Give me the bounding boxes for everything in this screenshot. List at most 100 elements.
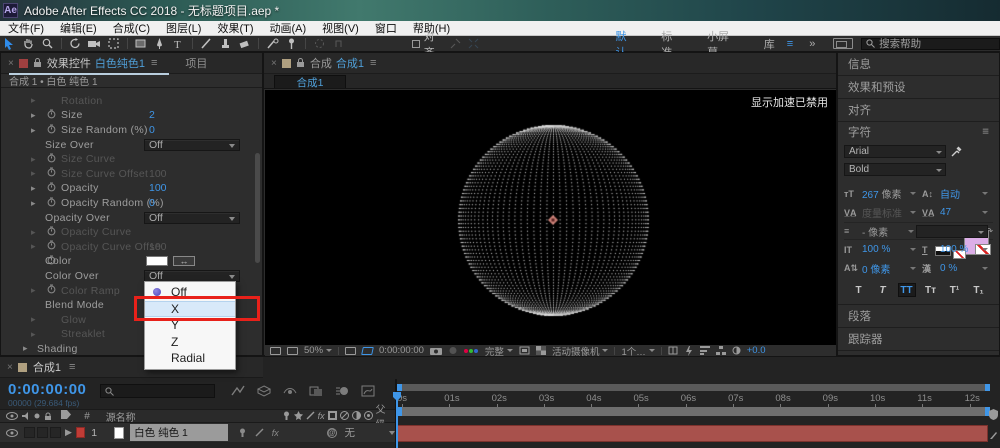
time-ruler[interactable]: 0s 01s 02s 03s 04s 05s 06s 07s 08s 09s 1… <box>397 393 990 407</box>
leading-field[interactable]: A↕自动 <box>922 184 994 203</box>
audio-column-icon[interactable] <box>22 412 30 420</box>
stopwatch-icon[interactable] <box>47 197 56 210</box>
dropdown-option[interactable]: Z <box>145 334 235 351</box>
menu-item[interactable]: 视图(V) <box>314 20 367 36</box>
faux-style-button[interactable]: T <box>874 283 892 297</box>
gradient-edit-icon[interactable]: ↔ <box>173 256 195 266</box>
stopwatch-icon[interactable] <box>47 124 56 137</box>
baseline-shift-field[interactable]: A⇅0 像素 <box>844 259 922 278</box>
tab-effect-controls[interactable]: 效果控件 <box>47 55 91 71</box>
preview-timecode[interactable]: 0:00:00:00 <box>379 345 424 356</box>
solo-cell[interactable] <box>37 427 48 438</box>
twirl-icon[interactable]: ▸ <box>31 329 36 340</box>
graph-editor-icon[interactable] <box>361 385 375 397</box>
faux-style-button[interactable]: T¹ <box>946 283 964 297</box>
stopwatch-icon[interactable] <box>47 226 56 239</box>
timeline-tab[interactable]: 合成1 <box>33 359 61 375</box>
index-column[interactable]: # <box>84 411 106 422</box>
panel-drag-icon[interactable] <box>282 59 291 68</box>
twirl-icon[interactable]: ▸ <box>31 110 36 121</box>
magnification-dropdown[interactable]: 50% <box>304 345 332 356</box>
monitor-icon[interactable] <box>287 347 298 355</box>
fast-preview-icon[interactable] <box>684 346 694 356</box>
panel-menu-icon[interactable]: ≡ <box>982 126 989 138</box>
effect-property-row[interactable]: ▸ Opacity Curve Offse 100 100 ↔ <box>1 240 256 255</box>
lock-column-icon[interactable] <box>44 412 52 421</box>
hide-shy-icon[interactable] <box>283 385 297 397</box>
effect-property-row[interactable]: ▸ Rotation ↔ <box>1 94 256 109</box>
clone-stamp-tool-icon[interactable] <box>217 37 234 51</box>
help-search-input[interactable]: 搜索帮助 <box>861 38 1000 50</box>
camera-tool-icon[interactable] <box>86 37 103 51</box>
menu-item[interactable]: 窗口 <box>367 20 405 36</box>
tracking-field[interactable]: V̲A̲47 <box>922 203 994 222</box>
eraser-tool-icon[interactable] <box>236 37 253 51</box>
effect-property-row[interactable]: ▸ Opacity Curve ↔ <box>1 225 256 240</box>
label-column-icon[interactable] <box>61 410 84 422</box>
roto-brush-tool-icon[interactable] <box>264 37 281 51</box>
menu-item[interactable]: 动画(A) <box>262 20 315 36</box>
menu-item[interactable]: 编辑(E) <box>52 20 105 36</box>
eyedropper-icon[interactable] <box>951 145 962 157</box>
twirl-icon[interactable]: ▸ <box>31 227 36 238</box>
lock-cell[interactable] <box>50 427 61 438</box>
faux-style-button[interactable]: TT <box>898 283 916 297</box>
layer-twirl-icon[interactable]: ▶ <box>65 427 72 438</box>
effect-property-row[interactable]: ▸ Size Curve ↔ <box>1 152 256 167</box>
source-name-column[interactable]: 源名称 <box>106 409 282 424</box>
stopwatch-icon[interactable] <box>47 153 56 166</box>
current-time-display[interactable]: 0:00:00:00 00000 (29.684 fps) <box>8 381 86 408</box>
close-icon[interactable]: × <box>271 58 277 69</box>
flowchart-icon[interactable] <box>716 346 726 355</box>
transparency-grid-icon[interactable] <box>536 346 546 355</box>
audio-cell[interactable] <box>24 427 35 438</box>
region-of-interest-icon[interactable] <box>519 346 530 355</box>
video-column-icon[interactable] <box>6 412 18 420</box>
zoom-tool-icon[interactable] <box>39 37 56 51</box>
motion-blur-icon[interactable] <box>335 385 349 397</box>
composition-subtab[interactable]: 合成1 <box>274 75 346 88</box>
solo-column-icon[interactable] <box>34 413 40 419</box>
lock-icon[interactable] <box>296 58 305 68</box>
pen-tool-icon[interactable] <box>151 37 168 51</box>
panel-menu-icon[interactable]: ≡ <box>370 57 376 69</box>
sidebar-section-header[interactable]: 跟踪器 <box>838 328 999 351</box>
playhead[interactable] <box>396 392 398 448</box>
twirl-icon[interactable]: ▸ <box>31 168 36 179</box>
pan-behind-tool-icon[interactable] <box>105 37 122 51</box>
sidebar-section-header[interactable]: 对齐 <box>838 99 999 122</box>
font-family-dropdown[interactable]: Arial <box>844 145 946 158</box>
brush-small-icon[interactable] <box>989 430 998 440</box>
font-style-dropdown[interactable]: Bold <box>844 163 946 176</box>
composition-viewport[interactable]: 显示加速已禁用 <box>265 90 836 345</box>
stopwatch-icon[interactable] <box>47 109 56 122</box>
stopwatch-icon[interactable] <box>47 167 56 180</box>
twirl-icon[interactable]: ▸ <box>31 285 36 296</box>
stroke-width-field[interactable]: ≡- 像素 <box>844 222 916 241</box>
work-area-bar[interactable] <box>397 407 990 416</box>
panel-menu-icon[interactable]: ≡ <box>151 57 157 69</box>
property-value[interactable]: 100 <box>149 241 167 253</box>
layer-duration-bar[interactable] <box>397 425 988 442</box>
panel-drag-icon[interactable] <box>19 59 28 68</box>
brush-tool-icon[interactable] <box>198 37 215 51</box>
layer-row[interactable]: ▶ 1 白色 纯色 1 fx @ 无 <box>0 423 395 443</box>
twirl-icon[interactable]: ▸ <box>31 125 36 136</box>
effect-property-row[interactable]: ▸ Size Over Off Off ↔ <box>1 137 256 152</box>
effect-property-row[interactable]: ▸ Opacity Random (%) 0 0 ↔ <box>1 196 256 211</box>
stopwatch-icon[interactable] <box>47 284 56 297</box>
selection-tool-icon[interactable] <box>1 37 18 51</box>
workspace-overflow-icon[interactable]: » <box>809 38 815 50</box>
switches-column-icons[interactable]: fx <box>282 411 376 421</box>
twirl-icon[interactable]: ▸ <box>31 198 36 209</box>
puppet-pin-tool-icon[interactable] <box>283 37 300 51</box>
panel-menu-icon[interactable]: ≡ <box>69 361 75 373</box>
sidebar-section-header[interactable]: 段落 <box>838 305 999 328</box>
kerning-field[interactable]: V̲A̲度量标准 <box>844 203 922 222</box>
parent-pickwhip-and-dropdown[interactable]: @ 无 <box>327 425 396 440</box>
layer-name[interactable]: 白色 纯色 1 <box>130 424 228 441</box>
workspace-tab[interactable]: 库 <box>764 36 775 52</box>
horizontal-scale-field[interactable]: T100 % <box>922 240 994 259</box>
faux-style-button[interactable]: T <box>850 283 868 297</box>
timeline-navigator-bar[interactable] <box>397 384 990 391</box>
